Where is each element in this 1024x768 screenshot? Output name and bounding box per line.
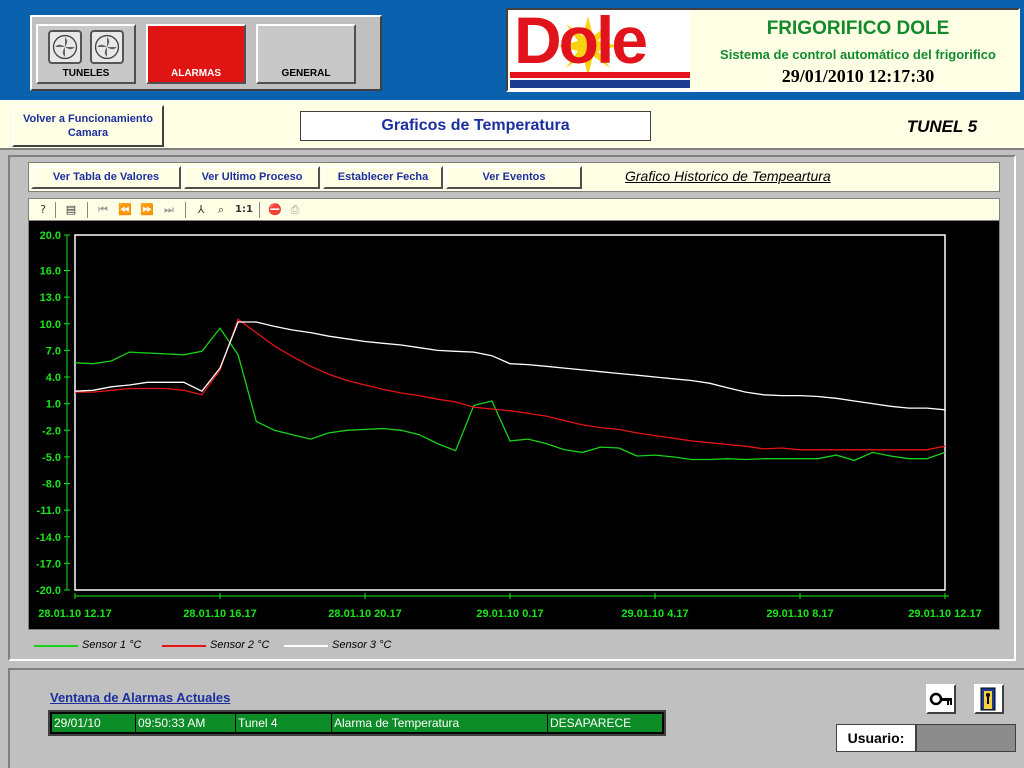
alarm-message: Alarma de Temperatura: [332, 714, 548, 732]
plot-area: [74, 234, 946, 591]
alarmas-button[interactable]: ALARMAS: [146, 24, 246, 84]
y-tick-label: -5.0: [42, 452, 61, 464]
y-tick-label: 13.0: [40, 292, 61, 304]
title-bar: Volver a Funcionamiento Camara Graficos …: [0, 100, 1024, 150]
alarm-table: 29/01/10 09:50:33 AM Tunel 4 Alarma de T…: [48, 710, 666, 736]
table-icon[interactable]: ▤: [63, 202, 79, 218]
legend-swatch: [284, 645, 328, 647]
last-icon[interactable]: ⏭: [161, 202, 177, 218]
brand-panel: Dole FRIGORIFICO DOLE Sistema de control…: [506, 8, 1020, 92]
y-tick-label: 4.0: [46, 372, 61, 384]
back-label-line2: Camara: [67, 127, 109, 139]
chart-tools: ? ▤ ⏮ ⏪ ⏩ ⏭ ⅄ ⌕ 1:1 ⛔ ⎙: [29, 199, 999, 221]
x-tick-label: 29.01.10 12.17: [908, 608, 981, 620]
zoom-reset-icon[interactable]: 1:1: [233, 202, 255, 218]
alarm-status: DESAPARECE: [550, 716, 632, 730]
legend-label: Sensor 1 °C: [82, 639, 142, 651]
print-icon[interactable]: ⎙: [287, 202, 303, 218]
alarm-time: 09:50:33 AM: [136, 714, 236, 732]
legend-label: Sensor 2 °C: [210, 639, 270, 651]
alarm-row[interactable]: 29/01/10 09:50:33 AM Tunel 4 Alarma de T…: [52, 714, 662, 732]
forward-icon[interactable]: ⏩: [139, 202, 155, 218]
brand-subtitle: Sistema de control automático del frigor…: [720, 47, 996, 62]
x-tick-label: 28.01.10 20.17: [328, 608, 401, 620]
y-tick-label: -17.0: [36, 558, 61, 570]
page-title: Graficos de Temperatura: [300, 111, 651, 141]
first-icon[interactable]: ⏮: [95, 202, 111, 218]
exit-door-icon: [980, 687, 996, 711]
series-line-1: [74, 327, 946, 462]
y-tick-label: -8.0: [42, 479, 61, 491]
toolbar-separator: [55, 202, 56, 218]
y-tick-label: -20.0: [36, 585, 61, 597]
tunnel-label: TUNEL 5: [906, 117, 978, 136]
temperature-chart: 20.0 16.0 13.0 10.0 7.0 4.0 1.0 -2.0 -5.0 -8.0 -11…: [36, 230, 982, 620]
y-tick-label: 10.0: [40, 319, 61, 331]
alarm-panel: Ventana de Alarmas Actuales 29/01/10 09:…: [8, 668, 1024, 768]
chart-panel: Ver Tabla de Valores Ver Ultimo Proceso …: [8, 155, 1016, 661]
exit-button[interactable]: [974, 684, 1004, 714]
fans: [44, 30, 128, 68]
y-tick-label: -11.0: [37, 505, 61, 517]
y-tick-label: 16.0: [40, 266, 61, 278]
x-tick-label: 28.01.10 16.17: [183, 608, 256, 620]
establecer-fecha-button[interactable]: Establecer Fecha: [323, 166, 443, 189]
toolbar-separator: [185, 202, 186, 218]
y-tick-label: -2.0: [42, 425, 61, 437]
alarmas-label: ALARMAS: [171, 68, 221, 79]
scale-icon[interactable]: ⅄: [193, 202, 209, 218]
y-tick-label: -14.0: [36, 532, 61, 544]
current-datetime: 29/01/2010 12:17:30: [781, 66, 935, 86]
logo-text: Dole: [514, 10, 648, 77]
rewind-icon[interactable]: ⏪: [117, 202, 133, 218]
logo-bar-red: [510, 72, 690, 78]
toolbar-separator: [87, 202, 88, 218]
y-tick-label: 20.0: [40, 230, 61, 242]
x-tick-label: 29.01.10 0.17: [476, 608, 543, 620]
alarm-tunnel: Tunel 4: [236, 714, 332, 732]
ver-tabla-button[interactable]: Ver Tabla de Valores: [31, 166, 181, 189]
help-icon[interactable]: ?: [35, 202, 51, 218]
logo-bar-blue: [510, 80, 690, 88]
historic-chart-title: Grafico Historico de Tempeartura: [625, 168, 831, 184]
ver-eventos-button[interactable]: Ver Eventos: [446, 166, 582, 189]
legend-swatch: [34, 645, 78, 647]
tuneles-label: TUNELES: [62, 68, 110, 79]
header: TUNELES ALARMAS GENERAL Dole FRIGORIFICO…: [0, 0, 1024, 100]
general-button[interactable]: GENERAL: [256, 24, 356, 84]
x-tick-label: 28.01.10 12.17: [38, 608, 111, 620]
key-icon: [929, 692, 952, 706]
chart-toolbar: Ver Tabla de Valores Ver Ultimo Proceso …: [28, 162, 1000, 192]
fan-icon: [48, 30, 82, 64]
user-label: Usuario:: [836, 724, 916, 752]
alarm-window-link[interactable]: Ventana de Alarmas Actuales: [50, 690, 230, 705]
x-tick-label: 29.01.10 4.17: [621, 608, 688, 620]
back-to-camera-button[interactable]: Volver a Funcionamiento Camara: [12, 105, 164, 147]
general-label: GENERAL: [281, 68, 331, 79]
chart-legend: Sensor 1 °C Sensor 2 °C Sensor 3 °C: [28, 635, 1000, 655]
tuneles-button[interactable]: TUNELES: [36, 24, 136, 84]
fan-icon: [90, 30, 124, 64]
user-field[interactable]: [916, 724, 1016, 752]
dole-logo: Dole: [510, 10, 690, 90]
zoom-icon[interactable]: ⌕: [213, 202, 229, 218]
series-line-2: [75, 318, 946, 451]
y-tick-label: 7.0: [46, 345, 61, 357]
toolbar-separator: [259, 202, 260, 218]
key-button[interactable]: [926, 684, 956, 714]
back-label-line1: Volver a Funcionamiento: [23, 113, 153, 125]
chart-frame: ? ▤ ⏮ ⏪ ⏩ ⏭ ⅄ ⌕ 1:1 ⛔ ⎙ 20.0 16.0 13.0 10.0 7.0 4.0 1.0 -…: [28, 198, 1000, 630]
alarm-date: 29/01/10: [52, 714, 136, 732]
legend-label: Sensor 3 °C: [332, 639, 392, 651]
nav-panel: TUNELES ALARMAS GENERAL: [30, 15, 382, 91]
stop-icon[interactable]: ⛔: [267, 202, 283, 218]
scada-window: TUNELES ALARMAS GENERAL Dole FRIGORIFICO…: [0, 0, 1024, 768]
legend-swatch: [162, 645, 206, 647]
x-tick-label: 29.01.10 8.17: [766, 608, 833, 620]
ver-ultimo-proceso-button[interactable]: Ver Ultimo Proceso: [184, 166, 320, 189]
y-tick-label: 1.0: [46, 399, 61, 411]
brand-title: FRIGORIFICO DOLE: [766, 18, 950, 39]
series-line-3: [74, 321, 946, 411]
